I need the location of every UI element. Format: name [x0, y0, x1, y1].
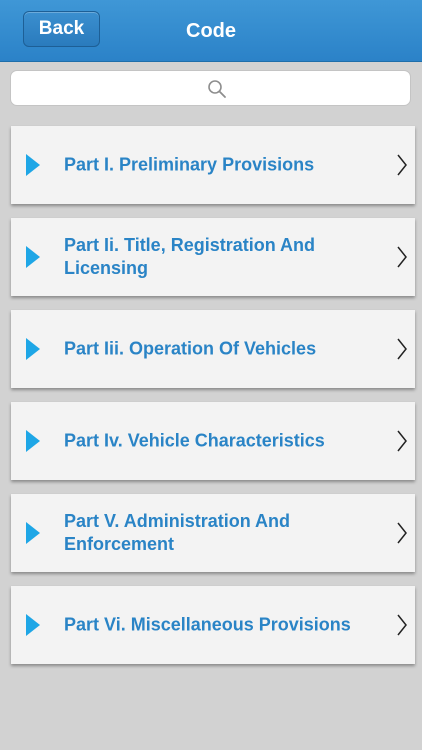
chevron-right-icon — [397, 522, 407, 544]
list-item[interactable]: Part Ii. Title, Registration And Licensi… — [11, 218, 415, 296]
list-item-label: Part Vi. Miscellaneous Provisions — [64, 614, 351, 635]
list-item-label: Part Iii. Operation Of Vehicles — [64, 338, 317, 359]
chevron-right-icon — [397, 246, 407, 268]
list-item[interactable]: Part V. Administration And Enforcement — [11, 494, 415, 572]
chevron-right-icon — [397, 338, 407, 360]
triangle-right-icon — [26, 338, 40, 360]
list-item[interactable]: Part Iv. Vehicle Characteristics — [11, 402, 415, 480]
search-icon — [208, 80, 226, 98]
list-item-label: Part Iv. Vehicle Characteristics — [64, 430, 325, 451]
chevron-right-icon — [397, 430, 407, 452]
triangle-right-icon — [26, 522, 40, 544]
search-bar — [0, 62, 422, 116]
list-item[interactable]: Part I. Preliminary Provisions — [11, 126, 415, 204]
search-input[interactable] — [10, 70, 411, 106]
triangle-right-icon — [26, 430, 40, 452]
back-button[interactable]: Back — [23, 11, 100, 47]
list-item-label: Part I. Preliminary Provisions — [64, 154, 315, 175]
triangle-right-icon — [26, 154, 40, 176]
triangle-right-icon — [26, 614, 40, 636]
list-item-label: Part V. Administration And Enforcement — [64, 511, 291, 554]
list-item[interactable]: Part Iii. Operation Of Vehicles — [11, 310, 415, 388]
chevron-right-icon — [397, 614, 407, 636]
triangle-right-icon — [26, 246, 40, 268]
chevron-right-icon — [397, 154, 407, 176]
list-item[interactable]: Part Vi. Miscellaneous Provisions — [11, 586, 415, 664]
code-parts-list: Part I. Preliminary Provisions Part Ii. … — [0, 118, 422, 750]
navigation-bar: Back Code — [0, 0, 422, 62]
list-item-label: Part Ii. Title, Registration And Licensi… — [64, 235, 316, 278]
